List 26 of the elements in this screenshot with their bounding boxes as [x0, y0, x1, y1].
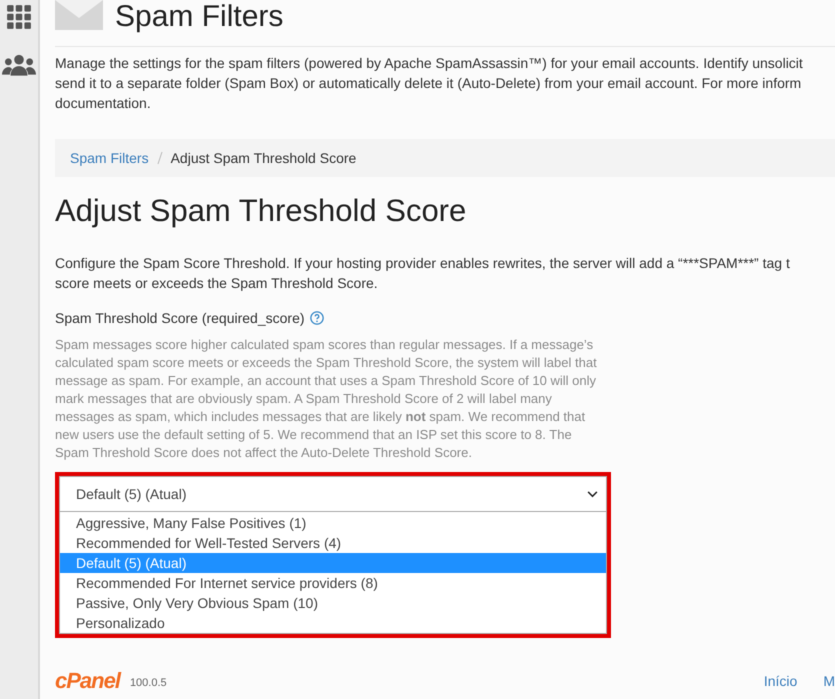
- dropdown-option[interactable]: Passive, Only Very Obvious Spam (10): [60, 593, 606, 613]
- description-text: score meets or exceeds the Spam Threshold Score.: [55, 274, 379, 293]
- breadcrumb-link[interactable]: Spam Filters: [70, 150, 149, 166]
- grid-icon[interactable]: [6, 4, 32, 30]
- field-label: Spam Threshold Score (required_score): [55, 310, 305, 326]
- intro-text: documentation.: [55, 94, 152, 113]
- section-heading: Adjust Spam Threshold Score: [55, 192, 468, 230]
- help-icon[interactable]: [310, 311, 324, 325]
- threshold-select[interactable]: Default (5) (Atual): [59, 476, 607, 512]
- version-text: 100.0.5: [130, 677, 167, 689]
- dropdown-option[interactable]: Aggressive, Many False Positives (1): [60, 513, 606, 533]
- chevron-icon: [587, 490, 598, 498]
- help-text: Spam messages score higher calculated spam scores than regular messages. If a message’s calculated spam score meets or exceeds the Spam Threshold Score, the system will label that message as spam. For example, an account that uses a Spam Threshold Score of 10 will only mark messages that are obviously spam. A Spam Threshold Score of 2 will label many messages as spam, which includes messages that are likely not spam. We recommend that new users use the default setting of 5. We recommend that an ISP set this score to 8. The Spam Threshold Score does not affect the Auto-Delete Threshold Score.: [55, 336, 598, 462]
- intro-text: send it to a separate folder (Spam Box) or automatically delete it (Auto-Delete) from your email account. For more inform: [55, 74, 802, 93]
- footer-link[interactable]: M: [823, 673, 835, 689]
- page-title: Spam Filters: [115, 0, 284, 34]
- footer-link[interactable]: Início: [764, 673, 798, 689]
- users-icon[interactable]: [2, 52, 36, 78]
- breadcrumb-separator: [156, 151, 163, 165]
- cpanel-logo: cPanel: [55, 668, 120, 694]
- dropdown-option[interactable]: Personalizado: [60, 613, 606, 633]
- description-text: Configure the Spam Score Threshold. If your hosting provider enables rewrites, the server will add a “***SPAM***” tag t: [55, 254, 791, 273]
- dropdown-option[interactable]: Recommended for Well-Tested Servers (4): [60, 533, 606, 553]
- intro-text: Manage the settings for the spam filters (powered by Apache SpamAssassin™) for your email accounts. Identify unsolicit: [55, 54, 804, 73]
- breadcrumb-current: Adjust Spam Threshold Score: [170, 150, 356, 166]
- dropdown-option[interactable]: Recommended For Internet service providers (8): [60, 573, 606, 593]
